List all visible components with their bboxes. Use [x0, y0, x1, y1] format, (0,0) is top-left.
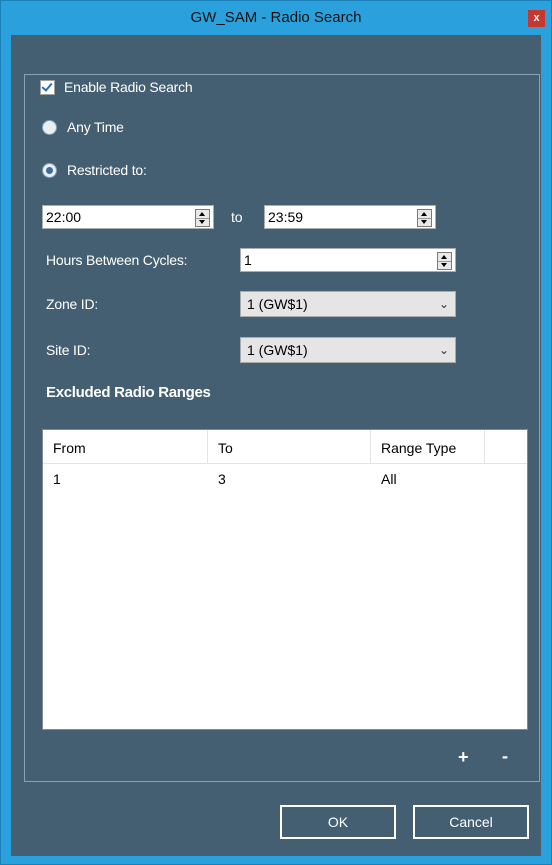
- close-button[interactable]: x: [528, 10, 545, 27]
- start-time-stepper[interactable]: 22:00: [42, 205, 214, 229]
- site-id-select[interactable]: 1 (GW$1) ⌄: [240, 337, 456, 363]
- zone-id-label: Zone ID:: [46, 296, 99, 312]
- table-header: From To Range Type: [43, 430, 527, 464]
- site-id-value: 1 (GW$1): [247, 342, 308, 358]
- hours-between-cycles-label: Hours Between Cycles:: [46, 252, 188, 268]
- zone-id-select[interactable]: 1 (GW$1) ⌄: [240, 291, 456, 317]
- any-time-label[interactable]: Any Time: [67, 119, 124, 135]
- table-cell-from[interactable]: 1: [53, 471, 61, 487]
- add-range-button[interactable]: +: [458, 747, 469, 768]
- spin-down-icon[interactable]: [196, 218, 209, 226]
- chevron-down-icon: ⌄: [438, 343, 449, 357]
- column-header-filler: [485, 430, 527, 464]
- zone-id-value: 1 (GW$1): [247, 296, 308, 312]
- ok-button[interactable]: OK: [280, 805, 396, 839]
- hours-between-cycles-stepper[interactable]: 1: [240, 248, 456, 272]
- column-header-to[interactable]: To: [208, 430, 371, 464]
- restricted-label[interactable]: Restricted to:: [67, 162, 147, 178]
- end-time-stepper[interactable]: 23:59: [264, 205, 436, 229]
- excluded-ranges-title: Excluded Radio Ranges: [46, 384, 211, 401]
- table-cell-to[interactable]: 3: [218, 471, 226, 487]
- chevron-down-icon: ⌄: [438, 297, 449, 311]
- restricted-radio[interactable]: [42, 163, 57, 178]
- hours-between-cycles-value: 1: [244, 252, 252, 268]
- any-time-radio[interactable]: [42, 120, 57, 135]
- column-header-from[interactable]: From: [43, 430, 208, 464]
- title-bar[interactable]: GW_SAM - Radio Search x: [1, 1, 551, 35]
- hours-between-cycles-spinner[interactable]: [437, 252, 452, 270]
- end-time-value: 23:59: [268, 209, 304, 225]
- cancel-button[interactable]: Cancel: [413, 805, 529, 839]
- spin-down-icon[interactable]: [438, 261, 451, 269]
- start-time-spinner[interactable]: [195, 209, 210, 227]
- table-cell-range-type[interactable]: All: [381, 471, 397, 487]
- excluded-ranges-table[interactable]: From To Range Type 1 3 All: [42, 429, 528, 730]
- window-title: GW_SAM - Radio Search: [190, 9, 362, 26]
- site-id-label: Site ID:: [46, 342, 91, 358]
- spin-down-icon[interactable]: [418, 218, 431, 226]
- start-time-value: 22:00: [46, 209, 82, 225]
- column-header-range-type[interactable]: Range Type: [371, 430, 485, 464]
- remove-range-button[interactable]: -: [502, 746, 508, 767]
- time-range-separator: to: [231, 209, 243, 225]
- end-time-spinner[interactable]: [417, 209, 432, 227]
